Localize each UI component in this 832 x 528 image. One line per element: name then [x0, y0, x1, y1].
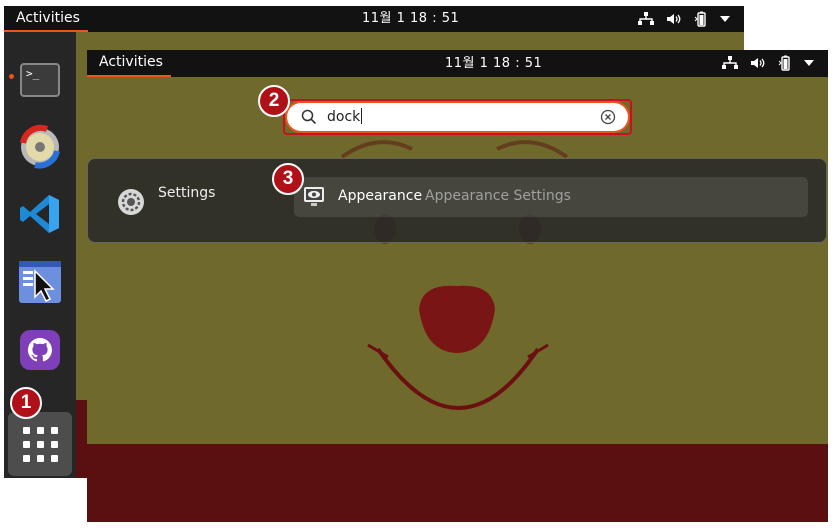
- step-marker-1: 1: [10, 387, 42, 419]
- search-input[interactable]: dock: [287, 103, 628, 131]
- search-result-appearance[interactable]: Appearance Appearance Settings: [294, 177, 808, 217]
- activities-button[interactable]: Activities: [4, 6, 88, 32]
- network-icon: [638, 12, 654, 26]
- chevron-down-icon: [804, 60, 814, 66]
- appearance-icon: [302, 185, 328, 213]
- top-bar: Activities 11월 1 18 : 51: [4, 6, 744, 32]
- search-overlay-screenshot: Activities 11월 1 18 : 51 dock Settings A…: [87, 50, 828, 522]
- dock-item-vscode[interactable]: [16, 192, 64, 240]
- terminal-icon: >_: [20, 63, 60, 97]
- grid-dot: [36, 454, 44, 462]
- battery-icon: [778, 55, 792, 71]
- step-marker-3: 3: [272, 163, 304, 195]
- result-description: Appearance Settings: [425, 188, 571, 204]
- dock-item-terminal[interactable]: >_: [16, 56, 64, 104]
- search-results-panel: Settings Appearance Appearance Settings: [87, 158, 827, 243]
- search-query: dock: [327, 108, 363, 126]
- dock-item-screenshot-tool[interactable]: [16, 260, 64, 308]
- wallpaper-bottom: [87, 444, 828, 522]
- vscode-icon: [18, 192, 62, 240]
- battery-icon: [694, 11, 708, 27]
- activities-button[interactable]: Activities: [87, 50, 171, 77]
- system-tray[interactable]: [638, 6, 730, 32]
- settings-icon[interactable]: [116, 187, 146, 221]
- grid-dot: [50, 440, 58, 448]
- result-title: Appearance: [338, 188, 423, 204]
- search-highlight: dock: [283, 99, 632, 135]
- grid-dot: [22, 426, 30, 434]
- grid-dot: [36, 426, 44, 434]
- text-caret: [361, 108, 363, 124]
- step-marker-2: 2: [258, 85, 290, 117]
- grid-dot: [22, 454, 30, 462]
- grid-dot: [50, 426, 58, 434]
- grid-dot: [22, 440, 30, 448]
- cursor-window-icon: [17, 259, 63, 309]
- grid-dot: [50, 454, 58, 462]
- volume-icon: [750, 56, 766, 70]
- dock-item-disc-burner[interactable]: [16, 124, 64, 172]
- search-icon: [301, 109, 317, 129]
- github-icon: [20, 330, 60, 374]
- clock[interactable]: 11월 1 18 : 51: [362, 6, 459, 32]
- clear-icon[interactable]: [600, 109, 616, 129]
- terminal-prompt: >_: [26, 67, 40, 80]
- show-applications-button[interactable]: [8, 412, 72, 476]
- disc-burner-icon: [17, 123, 63, 173]
- network-icon: [722, 56, 738, 70]
- result-provider-label[interactable]: Settings: [158, 185, 215, 201]
- clock[interactable]: 11월 1 18 : 51: [445, 50, 542, 78]
- running-indicator: [9, 74, 14, 79]
- top-bar: Activities 11월 1 18 : 51: [87, 50, 828, 77]
- search-query-text: dock: [327, 109, 361, 125]
- system-tray[interactable]: [722, 50, 814, 76]
- dock-item-github[interactable]: [16, 328, 64, 376]
- chevron-down-icon: [720, 16, 730, 22]
- volume-icon: [666, 12, 682, 26]
- grid-dot: [36, 440, 44, 448]
